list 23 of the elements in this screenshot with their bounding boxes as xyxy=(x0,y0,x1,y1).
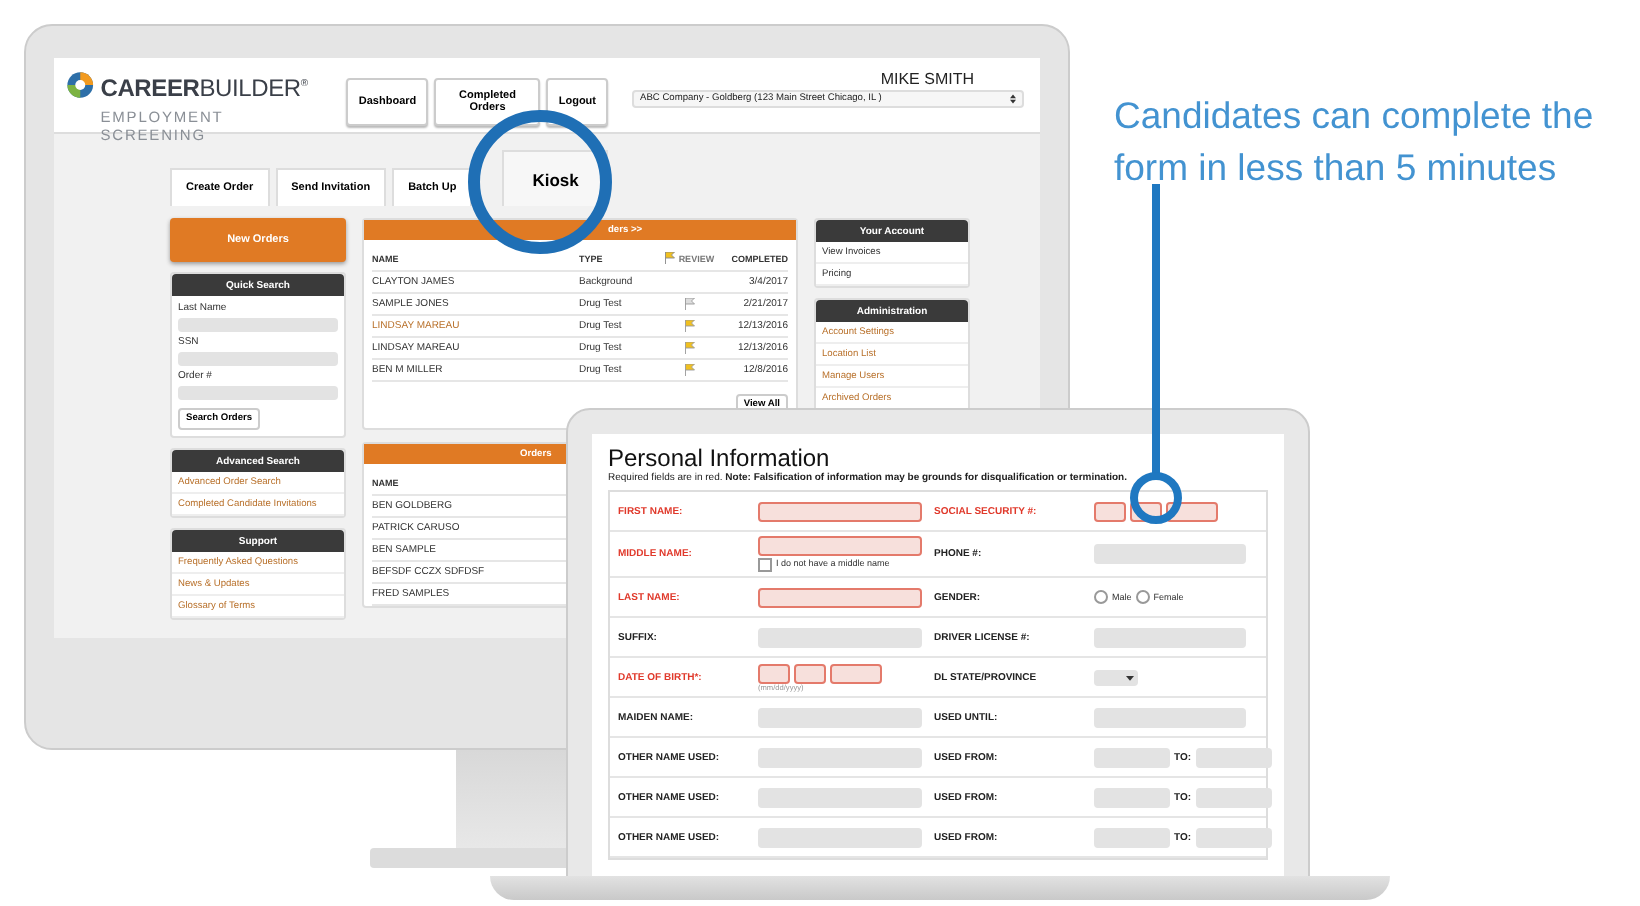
checkbox[interactable] xyxy=(758,558,772,572)
dropdown-arrow-icon xyxy=(1126,673,1134,681)
input-field[interactable] xyxy=(758,663,790,683)
flag-icon xyxy=(664,252,677,264)
dropdown-arrows-icon xyxy=(1010,94,1016,104)
radio-button[interactable] xyxy=(1135,590,1150,604)
input-field[interactable] xyxy=(830,663,882,683)
user-name: MIKE SMITH xyxy=(880,70,974,88)
input-field[interactable] xyxy=(1094,501,1126,521)
radio-button[interactable] xyxy=(1094,590,1108,604)
input-field[interactable] xyxy=(758,536,922,556)
logo-icon xyxy=(66,70,95,100)
select-field[interactable] xyxy=(1094,669,1138,685)
input-field[interactable] xyxy=(758,587,922,607)
input-field[interactable] xyxy=(178,318,338,332)
highlight-circle xyxy=(468,110,612,254)
brand-logo-text: CAREERBUILDER$^{®}$ xyxy=(100,72,310,102)
input-field[interactable] xyxy=(758,501,922,521)
input-field[interactable] xyxy=(178,352,338,366)
input-field[interactable] xyxy=(178,386,338,400)
input-field[interactable] xyxy=(794,663,826,683)
tab[interactable]: Kiosk xyxy=(502,150,609,206)
callout-text: Candidates can complete the form in less than 5 minutes xyxy=(1114,92,1596,192)
